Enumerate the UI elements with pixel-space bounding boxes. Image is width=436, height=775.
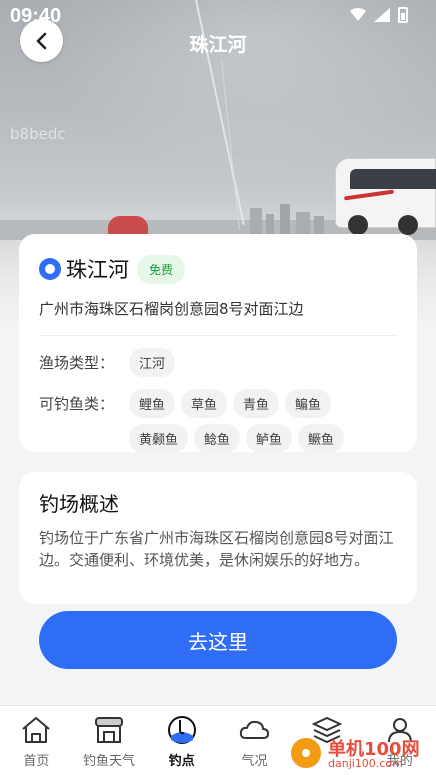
fish-tag: 鳊鱼: [285, 389, 332, 418]
spot-address: 广州市海珠区石榴岗创意园8号对面江边: [39, 300, 304, 318]
fish-tag: 草鱼: [181, 389, 228, 418]
tab-home[interactable]: 首页: [0, 706, 73, 775]
spot-type-row: 渔场类型： 江河: [39, 348, 397, 377]
overview-title: 钓场概述: [39, 492, 119, 516]
site-watermark-url: danji100.com: [328, 757, 403, 770]
site-logo-icon: [288, 735, 324, 771]
status-bar: 09:40: [0, 0, 436, 30]
fishing-spot-icon: [167, 716, 196, 744]
tab-weather[interactable]: 气况: [218, 706, 291, 775]
navigate-button[interactable]: 去这里: [39, 611, 397, 669]
spot-info-card: 珠江河 免费 广州市海珠区石榴岗创意园8号对面江边 渔场类型： 江河 可钓鱼类：…: [19, 234, 417, 453]
image-watermark: b8bedc: [10, 125, 66, 143]
fish-tag: 青鱼: [233, 389, 280, 418]
status-icons: [350, 7, 408, 23]
fish-tag: 鲶鱼: [194, 424, 241, 453]
page-title: 珠江河: [189, 34, 247, 56]
fish-species-row: 可钓鱼类： 鲤鱼 草鱼 青鱼 鳊鱼 黄颡鱼 鲶鱼 鲈鱼 鳜鱼: [39, 389, 397, 453]
fish-tag: 鲤鱼: [129, 389, 176, 418]
site-watermark-logo: 单机100网 danji100.com: [286, 731, 436, 775]
fish-tag: 黄颡鱼: [129, 424, 189, 453]
bus: [335, 158, 436, 235]
location-pin-icon: [39, 258, 61, 280]
bus-wheel: [348, 215, 368, 235]
tab-label-home: 首页: [23, 754, 50, 769]
spot-name-row: 珠江河 免费: [39, 254, 397, 284]
spot-type-tags: 江河: [129, 348, 359, 377]
cloud-icon: [240, 720, 270, 739]
tab-fishing-spot[interactable]: 钓点: [145, 706, 218, 775]
signal-icon: [374, 8, 390, 22]
battery-icon: [398, 7, 408, 23]
weather-shop-icon: [95, 717, 123, 743]
fish-tag: 鳜鱼: [298, 424, 345, 453]
tab-label-fishing-spot: 钓点: [168, 754, 195, 769]
spot-type-label: 渔场类型：: [39, 354, 115, 372]
fish-species-tags: 鲤鱼 草鱼 青鱼 鳊鱼 黄颡鱼 鲶鱼 鲈鱼 鳜鱼: [129, 389, 359, 453]
overview-text: 钓场位于广东省广州市海珠区石榴岗创意园8号对面江边。交通便利、环境优美，是休闲娱…: [39, 529, 394, 569]
spot-name: 珠江河: [66, 258, 129, 282]
spot-type-tag: 江河: [129, 348, 176, 377]
bus-wheel: [398, 215, 418, 235]
overview-card: 钓场概述 钓场位于广东省广州市海珠区石榴岗创意园8号对面江边。交通便利、环境优美…: [19, 472, 417, 604]
bus-stripe: [343, 189, 395, 201]
home-icon: [22, 717, 50, 743]
wifi-icon: [350, 8, 366, 21]
bus-window: [350, 169, 436, 189]
fish-species-label: 可钓鱼类：: [39, 395, 115, 413]
fee-badge: 免费: [137, 254, 186, 284]
tab-fishing-weather[interactable]: 钓鱼天气: [73, 706, 146, 775]
divider: [39, 335, 397, 336]
fish-tag: 鲈鱼: [246, 424, 293, 453]
tab-label-fishing-weather: 钓鱼天气: [83, 754, 136, 769]
tab-label-weather: 气况: [241, 754, 268, 769]
